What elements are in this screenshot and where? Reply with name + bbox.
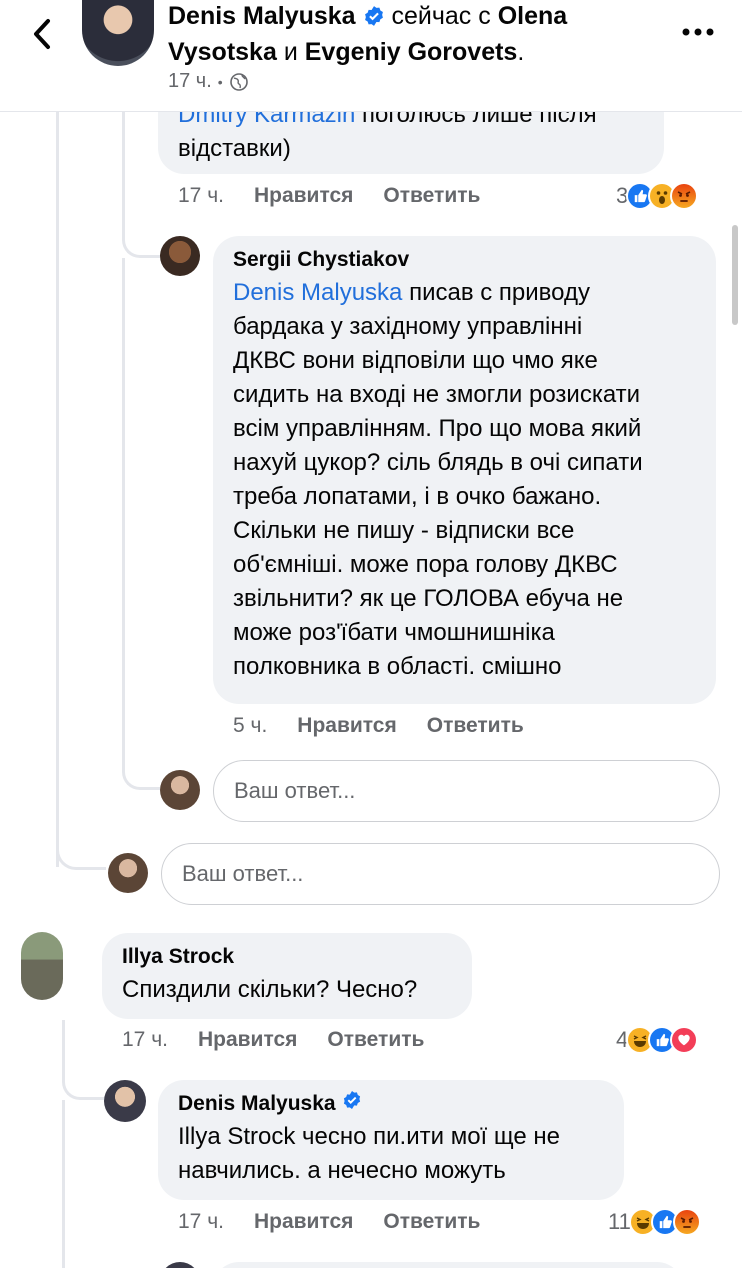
reaction-summary[interactable]: 3 <box>616 181 699 211</box>
reply-input[interactable]: Ваш ответ... <box>213 760 720 822</box>
reply-input[interactable]: Ваш ответ... <box>161 843 720 905</box>
comment-text: Спиздили скільки? Чесно? <box>122 976 418 1003</box>
reply-button[interactable]: Ответить <box>383 184 480 208</box>
verified-badge-icon <box>363 3 385 36</box>
thread-line <box>122 740 160 790</box>
reply-button[interactable]: Ответить <box>383 1210 480 1234</box>
tagged-user[interactable]: Evgeniy Gorovets <box>305 38 518 66</box>
reaction-summary[interactable]: 11 <box>608 1207 701 1237</box>
comment-author[interactable]: Sergii Chystiakov <box>233 246 696 274</box>
love-icon <box>670 1026 699 1054</box>
avatar[interactable] <box>160 236 200 276</box>
more-options-button[interactable] <box>680 18 716 46</box>
comment-bubble[interactable]: Illya Strock Спиздили скільки? Чесно? <box>102 933 472 1019</box>
chevron-left-icon <box>34 19 50 49</box>
scrollbar[interactable] <box>732 225 738 325</box>
comments-feed[interactable]: Dmitry Karmazin поголюсь лише після відс… <box>0 0 742 1280</box>
post-meta: 17 ч. • <box>168 70 249 93</box>
like-button[interactable]: Нравится <box>297 714 396 738</box>
comment-actions: 5 ч. Нравится Ответить <box>233 711 524 741</box>
angry-icon <box>670 182 699 210</box>
angry-icon <box>672 1208 701 1236</box>
more-icon <box>682 28 714 36</box>
avatar[interactable] <box>21 932 63 1000</box>
reaction-count: 11 <box>608 1209 631 1234</box>
comment-time[interactable]: 17 ч. <box>122 1028 168 1052</box>
reaction-summary[interactable]: 4 <box>616 1025 699 1055</box>
thread-line <box>122 258 125 748</box>
comment-author[interactable]: Denis Malyuska <box>178 1090 604 1118</box>
avatar[interactable] <box>104 1080 146 1122</box>
mention-link[interactable]: Denis Malyuska <box>233 279 402 306</box>
comment-time[interactable]: 17 ч. <box>178 1210 224 1234</box>
comment-time[interactable]: 17 ч. <box>178 184 224 208</box>
comment-time[interactable]: 5 ч. <box>233 714 267 738</box>
comment-author[interactable]: Illya Strock <box>122 943 452 971</box>
thread-line <box>122 222 160 258</box>
like-button[interactable]: Нравится <box>254 184 353 208</box>
back-button[interactable] <box>22 14 62 54</box>
post-title: Denis Malyuska сейчас с Olena Vysotska и… <box>168 2 568 66</box>
thread-line <box>56 112 59 867</box>
comment-actions: 17 ч. Нравится Ответить <box>122 1025 424 1055</box>
comment-text: Illya Strock чесно пи.ити мої ще не навч… <box>178 1123 560 1184</box>
reply-placeholder: Ваш ответ... <box>182 861 304 886</box>
comment-bubble[interactable]: Denis Malyuska Illya Strock чесно пи.ити… <box>158 1080 624 1200</box>
current-user-avatar <box>160 770 200 810</box>
comment-bubble[interactable]: Sergii Chystiakov Denis Malyuska писав с… <box>213 236 716 704</box>
thread-line <box>122 112 125 222</box>
comment-actions: 17 ч. Нравится Ответить <box>178 181 480 211</box>
like-button[interactable]: Нравится <box>198 1028 297 1052</box>
reply-button[interactable]: Ответить <box>327 1028 424 1052</box>
reply-button[interactable]: Ответить <box>427 714 524 738</box>
verified-badge-icon <box>342 1090 362 1118</box>
globe-icon <box>229 72 248 91</box>
bottom-edge <box>0 1268 742 1280</box>
reply-placeholder: Ваш ответ... <box>234 778 356 803</box>
current-user-avatar <box>108 853 148 893</box>
like-button[interactable]: Нравится <box>254 1210 353 1234</box>
post-time[interactable]: 17 ч. <box>168 70 212 93</box>
comment-text: Denis Malyuska писав с приводу бардака у… <box>233 279 643 680</box>
author-avatar[interactable] <box>82 0 154 66</box>
separator: • <box>217 73 223 90</box>
thread-line <box>56 840 106 870</box>
author-name[interactable]: Denis Malyuska <box>168 2 356 30</box>
thread-line <box>62 1060 104 1100</box>
comment-actions: 17 ч. Нравится Ответить <box>178 1207 480 1237</box>
post-header: Denis Malyuska сейчас с Olena Vysotska и… <box>0 0 742 112</box>
thread-line <box>62 1100 65 1280</box>
